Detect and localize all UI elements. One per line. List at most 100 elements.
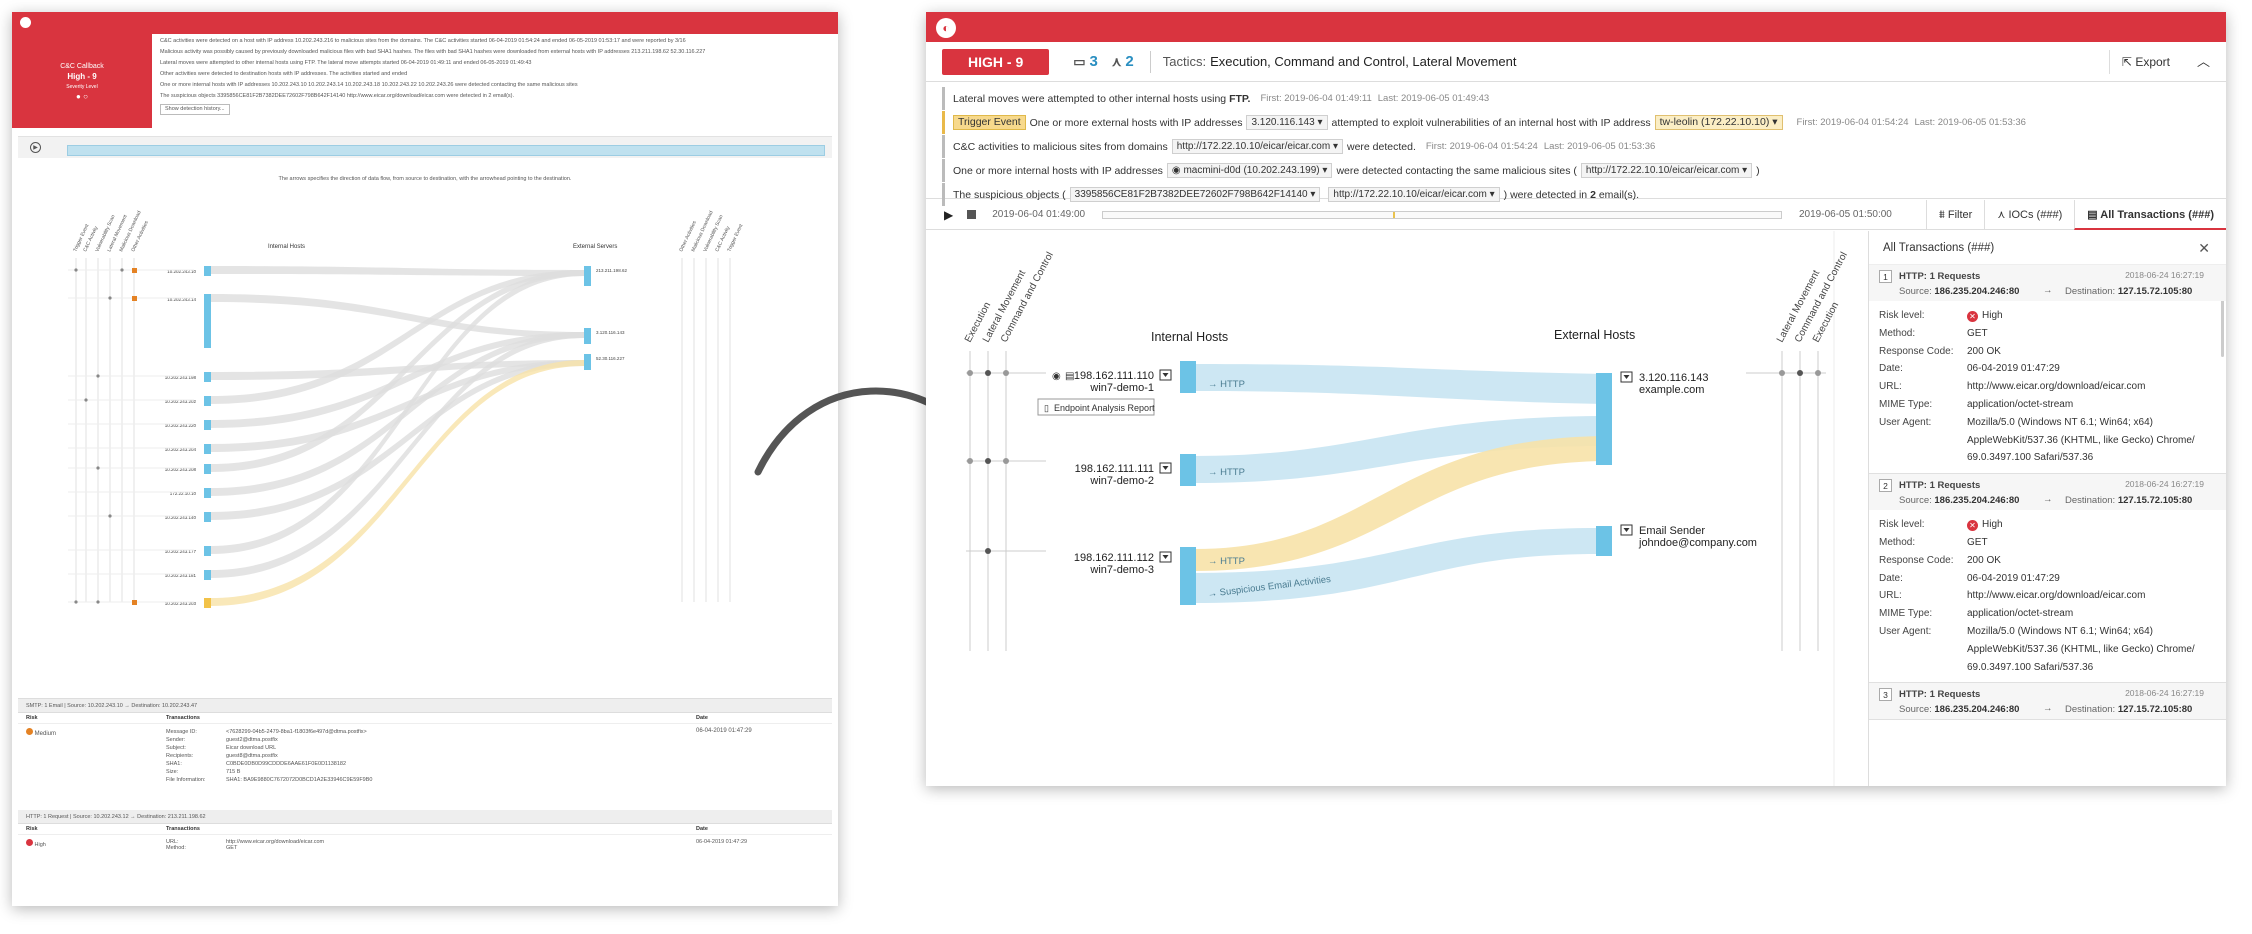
old-tactic-dot[interactable] <box>96 600 100 604</box>
old-host-node[interactable] <box>204 570 211 580</box>
old-host-node[interactable] <box>204 444 211 454</box>
tactic-dot[interactable] <box>1815 370 1821 376</box>
tactic-dot[interactable] <box>967 458 973 464</box>
old-host-node[interactable] <box>204 488 211 498</box>
play-icon[interactable]: ▶ <box>944 208 953 222</box>
transaction-card-header[interactable]: 1 HTTP: 1 Requests 2018-06-24 16:27:19 Sour… <box>1869 265 2226 301</box>
tab-filter[interactable]: ⩩ Filter <box>1925 200 1984 230</box>
tactics-value: Execution, Command and Control, Lateral … <box>1210 54 1517 69</box>
old-tactic-dot[interactable] <box>74 268 78 272</box>
old-server-ip[interactable]: 213.211.198.62 <box>596 268 627 273</box>
url-dropdown[interactable]: http://172.22.10.10/eicar/eicar.com ▾ <box>1580 163 1753 178</box>
server-detail[interactable]: example.com <box>1639 384 1704 396</box>
old-host-node[interactable] <box>204 266 211 276</box>
internal-host-node[interactable] <box>1180 454 1196 486</box>
external-host-node[interactable] <box>1596 373 1612 465</box>
old-host-node[interactable] <box>204 512 211 522</box>
old-tactic-dot[interactable] <box>74 600 78 604</box>
old-table-header-2[interactable]: HTTP: 1 Request | Source: 10.202.243.12 … <box>18 810 832 824</box>
transaction-card[interactable]: 3 HTTP: 1 Requests 2018-06-24 16:27:19 Sour… <box>1869 683 2226 721</box>
server-name[interactable]: 3.120.116.143 <box>1639 372 1709 384</box>
old-play-icon[interactable]: ▶ <box>30 142 41 153</box>
external-host-node[interactable] <box>1596 526 1612 556</box>
host-name[interactable]: win7-demo-2 <box>1089 475 1154 487</box>
close-icon[interactable]: ✕ <box>2198 231 2210 265</box>
host-ip[interactable]: 198.162.111.111 <box>1075 463 1154 475</box>
old-flow-band[interactable] <box>211 332 584 496</box>
tab-all-transactions[interactable]: ▤ All Transactions (###) <box>2074 200 2226 230</box>
host-dropdown[interactable]: tw-leolin (172.22.10.10) ▾ <box>1654 115 1783 130</box>
transaction-card[interactable]: 1 HTTP: 1 Requests 2018-06-24 16:27:19 Sour… <box>1869 265 2226 475</box>
old-server-node[interactable] <box>584 266 591 286</box>
tactic-dot[interactable] <box>1797 370 1803 376</box>
url-dropdown[interactable]: http://172.22.10.10/eicar/eicar.com ▾ <box>1171 139 1343 154</box>
old-table-header[interactable]: SMTP: 1 Email | Source: 10.202.243.10 → … <box>18 699 832 713</box>
transaction-card-header[interactable]: 2 HTTP: 1 Requests 2018-06-24 16:27:19 Sour… <box>1869 474 2226 511</box>
card-source: Source: 186.235.204.246:80 <box>1899 704 2020 716</box>
server-detail[interactable]: johndoe@company.com <box>1638 537 1757 549</box>
old-method: GET <box>226 845 238 851</box>
detail-label: URL: <box>1879 590 1902 602</box>
internal-host-node[interactable] <box>1180 361 1196 393</box>
old-summary: C&C activities were detected on a host w… <box>160 36 830 128</box>
stop-icon[interactable] <box>967 210 977 219</box>
old-server-node[interactable] <box>584 328 591 344</box>
old-tactic-dot[interactable] <box>84 398 88 402</box>
old-flow-band[interactable] <box>211 294 584 338</box>
old-timeline-range[interactable] <box>67 145 825 156</box>
tactic-dot[interactable] <box>967 370 973 376</box>
tactic-dot[interactable] <box>1779 370 1785 376</box>
detail-row: URL: http://www.eicar.org/download/eicar.… <box>1869 587 2226 605</box>
server-name[interactable]: Email Sender <box>1639 525 1705 537</box>
old-card-pager-icon[interactable]: ● ○ <box>12 92 152 102</box>
detail-label <box>1879 432 1967 450</box>
host-dropdown[interactable]: ◉ macmini-d0d (10.202.243.199) ▾ <box>1166 163 1333 178</box>
old-tactic-dot[interactable] <box>96 374 100 378</box>
old-url: http://www.eicar.org/download/eicar.com <box>226 839 325 845</box>
collapse-chevron-icon[interactable]: ︿ <box>2197 50 2210 74</box>
tab-iocs[interactable]: ⋏ IOCs (###) <box>1984 200 2074 230</box>
flow-band[interactable] <box>1194 364 1611 404</box>
list-icon[interactable]: ▤ <box>1065 371 1074 382</box>
internal-host-node[interactable] <box>1180 547 1196 605</box>
tactic-dot[interactable] <box>985 370 991 376</box>
host-ip[interactable]: 198.162.111.112 <box>1074 552 1154 564</box>
detection-header: HIGH - 9 ▭ 3 ⋏ 2 Tactics: Execution, Comman… <box>926 42 2226 82</box>
tactic-dot[interactable] <box>985 548 991 554</box>
hosts-count[interactable]: ▭ 3 <box>1073 53 1098 70</box>
old-tactic-dot[interactable] <box>120 268 124 272</box>
old-flow-band[interactable] <box>211 266 584 276</box>
timeline-scrubber[interactable] <box>1102 211 1782 219</box>
old-tactic-dot[interactable] <box>108 296 112 300</box>
detail-label: Method: <box>1879 536 1916 548</box>
old-severity-card: C&C Callback High - 9 Severity Level ● ○ <box>12 34 152 128</box>
old-host-node[interactable] <box>204 598 211 608</box>
old-summary-line: The suspicious objects 3395856CE81F2B738… <box>160 93 515 99</box>
host-ip[interactable]: 198.162.111.110 <box>1074 370 1154 382</box>
tactic-dot[interactable] <box>1003 370 1009 376</box>
old-server-ip[interactable]: 52.30.116.227 <box>596 356 625 361</box>
transaction-card-header[interactable]: 3 HTTP: 1 Requests 2018-06-24 16:27:19 Sour… <box>1869 683 2226 720</box>
ip-dropdown[interactable]: 3.120.116.143 ▾ <box>1246 115 1328 130</box>
old-host-node[interactable] <box>204 396 211 406</box>
old-server-ip[interactable]: 3.120.116.143 <box>596 330 625 335</box>
old-host-node[interactable] <box>204 372 211 382</box>
old-tactic-dot[interactable] <box>96 466 100 470</box>
old-history-button[interactable]: Show detection history... <box>160 104 230 115</box>
old-host-node[interactable] <box>204 420 211 430</box>
detail-value: application/octet-stream <box>1967 398 2074 410</box>
host-name[interactable]: win7-demo-3 <box>1089 564 1154 576</box>
export-button[interactable]: ⇱ Export <box>2108 50 2170 74</box>
transaction-card[interactable]: 2 HTTP: 1 Requests 2018-06-24 16:27:19 Sour… <box>1869 474 2226 684</box>
old-server-node[interactable] <box>584 354 591 370</box>
old-tactic-dot[interactable] <box>108 514 112 518</box>
detail-label: MIME Type: <box>1879 608 1933 620</box>
tactic-dot[interactable] <box>1003 458 1009 464</box>
old-host-node[interactable] <box>204 546 211 556</box>
old-host-node[interactable] <box>204 464 211 474</box>
eye-icon[interactable]: ◉ <box>1052 371 1061 382</box>
old-host-node[interactable] <box>204 294 211 348</box>
tactic-count[interactable]: ⋏ 2 <box>1112 53 1134 70</box>
tactic-dot[interactable] <box>985 458 991 464</box>
host-name[interactable]: win7-demo-1 <box>1089 382 1154 394</box>
